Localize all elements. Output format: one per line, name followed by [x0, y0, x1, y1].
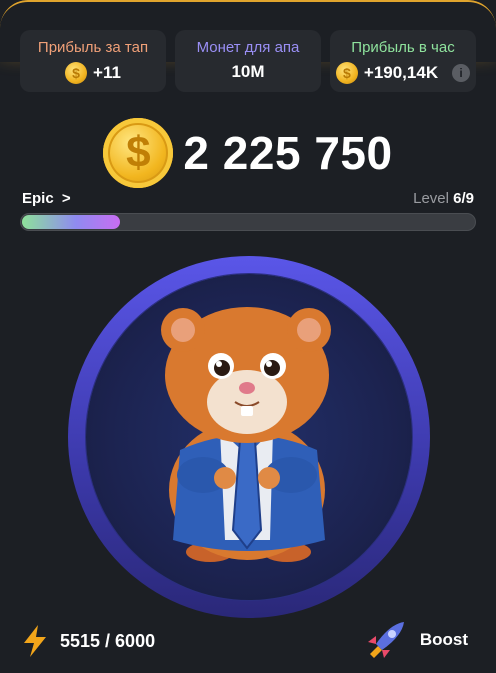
- stats-bar: Прибыль за тап $ +11 Монет для апа 10M П…: [20, 30, 476, 92]
- level-value: 6/9: [453, 190, 474, 207]
- league-name: Epic: [22, 190, 54, 207]
- level-row: Epic > Level 6/9: [22, 190, 474, 208]
- balance-value: 2 225 750: [183, 127, 393, 179]
- stat-value-row: $ +190,14K i: [330, 62, 476, 84]
- stat-title: Прибыль в час: [351, 39, 455, 56]
- dollar-coin-icon: $: [103, 118, 174, 188]
- lightning-icon: [24, 625, 46, 657]
- stat-value: 10M: [231, 62, 265, 81]
- info-icon[interactable]: i: [452, 64, 471, 82]
- level-progress-bar: [20, 213, 476, 231]
- league-link[interactable]: Epic >: [22, 190, 71, 207]
- level-indicator: Level 6/9: [413, 190, 474, 207]
- game-screen: Прибыль за тап $ +11 Монет для апа 10M П…: [0, 0, 496, 673]
- level-progress-fill: [22, 215, 120, 229]
- coin-icon: $: [335, 62, 358, 84]
- balance: $ 2 225 750: [0, 118, 496, 188]
- energy-indicator: 5515 / 6000: [22, 625, 155, 657]
- stat-card-profit-per-hour[interactable]: Прибыль в час $ +190,14K i: [330, 30, 476, 92]
- coin-icon: $: [65, 62, 88, 84]
- chevron-right-icon: >: [61, 190, 71, 207]
- boost-button[interactable]: Boost: [364, 620, 468, 660]
- stat-title: Монет для апа: [196, 39, 300, 56]
- stat-value: +11: [93, 63, 121, 82]
- stat-card-coins-to-level-up[interactable]: Монет для апа 10M: [175, 30, 321, 92]
- energy-value: 5515 / 6000: [60, 630, 156, 651]
- stat-value-row: $ +11: [20, 62, 166, 84]
- stat-value: +190,14K: [363, 63, 439, 82]
- boost-label: Boost: [419, 630, 468, 649]
- stat-card-profit-per-tap[interactable]: Прибыль за тап $ +11: [20, 30, 166, 92]
- level-label: Level: [413, 190, 449, 207]
- stat-title: Прибыль за тап: [37, 39, 149, 56]
- stat-value-row: 10M: [175, 62, 321, 82]
- rocket-icon: [367, 622, 404, 658]
- hamster-character[interactable]: [95, 290, 395, 570]
